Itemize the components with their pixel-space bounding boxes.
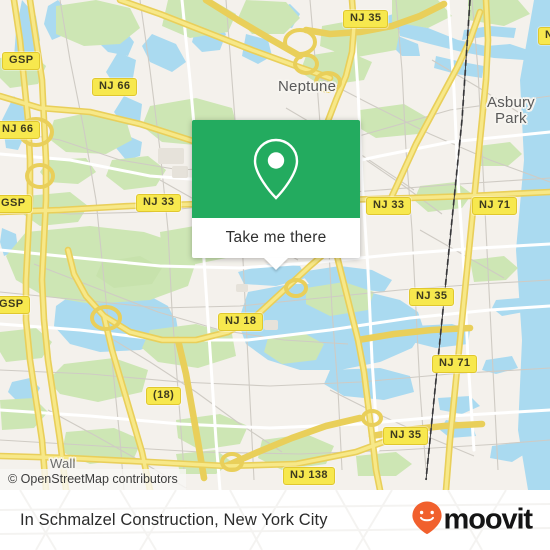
location-popup-card[interactable]: Take me there (192, 120, 360, 258)
shield-nj18: NJ 18 (218, 313, 264, 331)
shield-nj33-left: NJ 33 (136, 194, 182, 212)
osm-attribution[interactable]: © OpenStreetMap contributors (0, 469, 186, 490)
shield-nj33-right: NJ 33 (366, 197, 412, 215)
popup-action-bar[interactable]: Take me there (192, 218, 360, 258)
shield-nj71-upper: NJ 71 (472, 197, 518, 215)
place-label-neptune: Neptune (278, 78, 337, 95)
shield-nj66-upper: NJ 66 (92, 78, 138, 96)
shield-gsp-top: GSP (2, 52, 41, 70)
moovit-pin-logo-icon (411, 501, 443, 540)
shield-nj71-edge: N (538, 27, 550, 45)
shield-nj35-bottom: NJ 35 (383, 427, 429, 445)
moovit-map-screenshot: Neptune Asbury Park Wall NJ 35 N GSP NJ … (0, 0, 550, 550)
shield-nj71-lower: NJ 71 (432, 355, 478, 373)
take-me-there-label: Take me there (225, 229, 327, 246)
shield-18-parens: (18) (146, 387, 182, 405)
footer-bar: In Schmalzel Construction, New York City… (0, 490, 550, 550)
map-canvas[interactable]: Neptune Asbury Park Wall NJ 35 N GSP NJ … (0, 0, 550, 490)
shield-gsp-mid: GSP (0, 195, 33, 213)
shield-nj35-top: NJ 35 (343, 10, 389, 28)
page-title: In Schmalzel Construction, New York City (20, 510, 328, 529)
shield-gsp-lower: GSP (0, 296, 31, 314)
place-label-asbury: Asbury (487, 94, 535, 111)
map-pin-icon (249, 136, 303, 202)
shield-nj138: NJ 138 (283, 467, 335, 485)
popup-pointer-tail (264, 258, 288, 270)
shield-nj66-left: NJ 66 (0, 121, 41, 139)
moovit-brand[interactable]: moovit (411, 501, 534, 540)
place-label-park: Park (495, 110, 527, 127)
shield-nj35-mid: NJ 35 (409, 288, 455, 306)
moovit-wordmark: moovit (443, 503, 534, 536)
popup-pin-area (192, 120, 360, 218)
